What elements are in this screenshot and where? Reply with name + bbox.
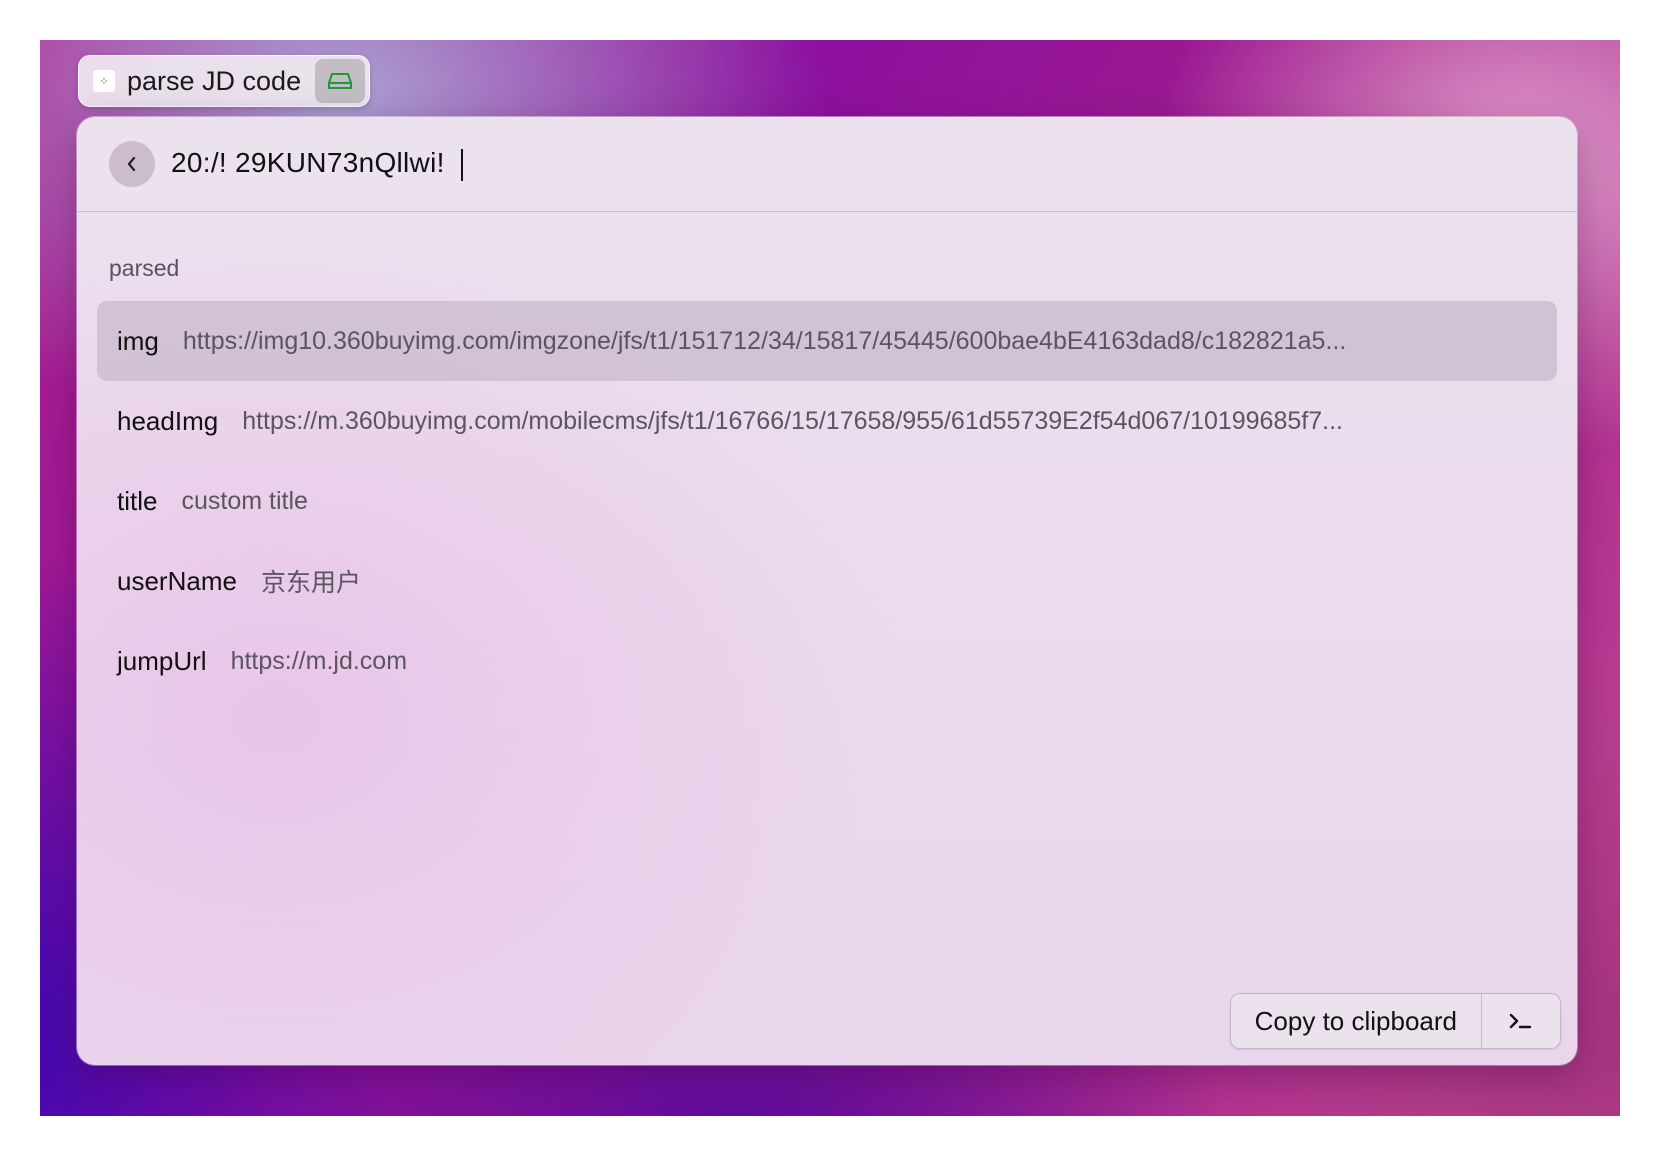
text-caret bbox=[460, 148, 463, 181]
section-title: parsed bbox=[109, 255, 180, 281]
list-item[interactable]: img https://img10.360buyimg.com/imgzone/… bbox=[97, 301, 1557, 381]
list-item[interactable]: jumpUrl https://m.jd.com bbox=[97, 621, 1557, 701]
item-key: jumpUrl bbox=[117, 645, 207, 676]
chevron-left-icon bbox=[127, 156, 136, 172]
copy-to-clipboard-button[interactable]: Copy to clipboard bbox=[1231, 994, 1482, 1048]
item-value: https://m.360buyimg.com/mobilecms/jfs/t1… bbox=[242, 406, 1343, 435]
item-key: title bbox=[117, 485, 158, 516]
item-key: headImg bbox=[117, 405, 219, 436]
item-key: img bbox=[117, 325, 159, 356]
result-list: img https://img10.360buyimg.com/imgzone/… bbox=[97, 301, 1557, 701]
tab-title: parse JD code bbox=[127, 65, 302, 96]
item-value: 京东用户 bbox=[260, 569, 361, 597]
back-button[interactable] bbox=[109, 141, 155, 187]
disk-icon[interactable] bbox=[315, 59, 366, 103]
item-value: custom title bbox=[181, 486, 308, 515]
search-input[interactable]: 20:/! 29KUN73nQllwi! bbox=[171, 147, 463, 181]
item-value: https://m.jd.com bbox=[230, 646, 408, 675]
search-bar: 20:/! 29KUN73nQllwi! bbox=[77, 117, 1577, 212]
action-bar: Copy to clipboard bbox=[1229, 993, 1561, 1049]
extension-icon: ⁘ bbox=[93, 70, 115, 92]
search-input-value: 20:/! 29KUN73nQllwi! bbox=[171, 147, 445, 179]
item-value: https://img10.360buyimg.com/imgzone/jfs/… bbox=[182, 326, 1347, 355]
list-item[interactable]: title custom title bbox=[97, 461, 1557, 541]
list-item[interactable]: userName 京东用户 bbox=[97, 541, 1557, 621]
list-item[interactable]: headImg https://m.360buyimg.com/mobilecm… bbox=[97, 381, 1557, 461]
command-tab[interactable]: ⁘ parse JD code bbox=[78, 55, 371, 107]
command-panel: 20:/! 29KUN73nQllwi! parsed img https://… bbox=[77, 117, 1577, 1065]
terminal-icon[interactable] bbox=[1482, 994, 1560, 1048]
item-key: userName bbox=[117, 565, 237, 596]
